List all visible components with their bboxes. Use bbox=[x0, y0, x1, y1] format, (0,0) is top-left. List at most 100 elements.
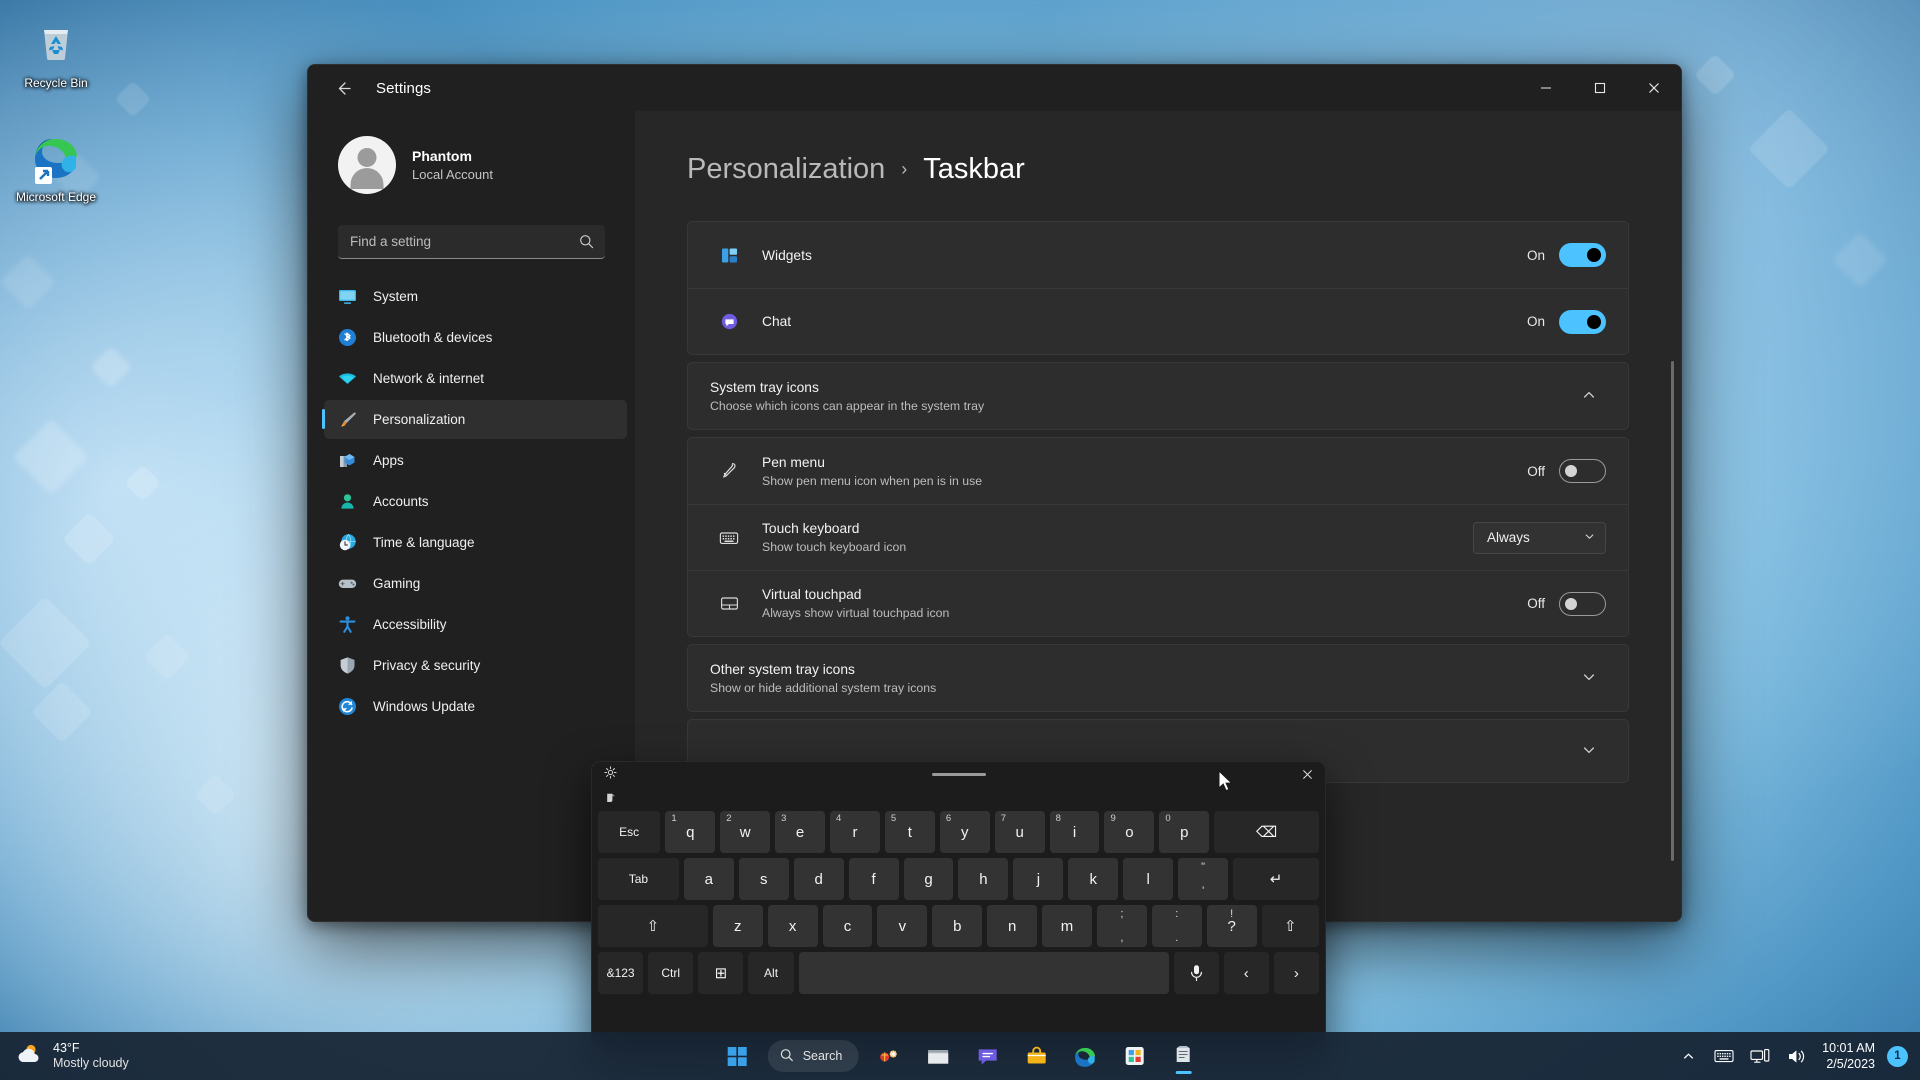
volume-icon[interactable] bbox=[1780, 1038, 1812, 1074]
key-y[interactable]: 6y bbox=[939, 811, 990, 853]
key-b[interactable]: b bbox=[932, 905, 983, 947]
key-[interactable]: ⌫ bbox=[1214, 811, 1320, 853]
key-k[interactable]: k bbox=[1068, 858, 1119, 900]
widgets-toggle[interactable] bbox=[1559, 243, 1606, 267]
key-alt[interactable]: Alt bbox=[748, 952, 794, 994]
back-arrow-icon[interactable] bbox=[322, 72, 364, 104]
chevron-up-icon[interactable] bbox=[1672, 1038, 1704, 1074]
pen-menu-toggle[interactable] bbox=[1559, 459, 1606, 483]
virtual-touchpad-toggle[interactable] bbox=[1559, 591, 1606, 616]
taskbar-settings[interactable] bbox=[1112, 1036, 1156, 1076]
desktop-icon-recycle-bin[interactable]: Recycle Bin bbox=[8, 14, 104, 90]
setting-row-virtual-touchpad[interactable]: Virtual touchpad Always show virtual tou… bbox=[688, 570, 1628, 636]
key-q[interactable]: 1q bbox=[665, 811, 716, 853]
taskbar-edge[interactable] bbox=[1063, 1036, 1107, 1076]
touch-keyboard-icon[interactable] bbox=[1708, 1038, 1740, 1074]
start-button[interactable] bbox=[715, 1036, 759, 1076]
sidebar-item-bluetooth-devices[interactable]: Bluetooth & devices bbox=[324, 318, 627, 357]
key-e[interactable]: 3e bbox=[775, 811, 826, 853]
keyboard-titlebar[interactable] bbox=[592, 762, 1325, 788]
key-n[interactable]: n bbox=[987, 905, 1038, 947]
key-s[interactable]: s bbox=[738, 858, 789, 900]
user-profile[interactable]: Phantom Local Account bbox=[308, 111, 635, 203]
sidebar-item-accounts[interactable]: Accounts bbox=[324, 482, 627, 521]
key-[interactable]: " ' bbox=[1178, 858, 1229, 900]
key-g[interactable]: g bbox=[903, 858, 954, 900]
sidebar-item-system[interactable]: System bbox=[324, 277, 627, 316]
search-input[interactable] bbox=[338, 225, 605, 259]
touch-keyboard-dropdown[interactable]: Always bbox=[1473, 521, 1606, 554]
close-icon[interactable] bbox=[1302, 768, 1313, 782]
settings-gear-icon[interactable] bbox=[604, 766, 617, 784]
setting-row-widgets[interactable]: Widgets On bbox=[688, 222, 1628, 288]
sidebar-item-gaming[interactable]: Gaming bbox=[324, 564, 627, 603]
system-tray-icons-header[interactable]: System tray icons Choose which icons can… bbox=[688, 363, 1628, 429]
key-ctrl[interactable]: Ctrl bbox=[648, 952, 694, 994]
key-r[interactable]: 4r bbox=[830, 811, 880, 853]
clipboard-icon[interactable] bbox=[605, 791, 617, 809]
key-[interactable]: ;, bbox=[1096, 905, 1147, 947]
sidebar-item-windows-update[interactable]: Windows Update bbox=[324, 687, 627, 726]
sidebar-item-network-internet[interactable]: Network & internet bbox=[324, 359, 627, 398]
vertical-scrollbar[interactable] bbox=[1671, 361, 1674, 861]
key-o[interactable]: 9o bbox=[1104, 811, 1155, 853]
sidebar-item-privacy-security[interactable]: Privacy & security bbox=[324, 646, 627, 685]
key-microphone-icon[interactable] bbox=[1173, 952, 1219, 994]
maximize-icon[interactable] bbox=[1573, 65, 1627, 111]
sidebar-item-time-language[interactable]: Time & language bbox=[324, 523, 627, 562]
key-[interactable]: ⊞ bbox=[698, 952, 744, 994]
taskbar-widgets[interactable] bbox=[867, 1036, 911, 1076]
taskbar-clock[interactable]: 10:01 AM 2/5/2023 bbox=[1816, 1040, 1883, 1072]
key-blank[interactable] bbox=[798, 952, 1169, 994]
notification-badge[interactable]: 1 bbox=[1887, 1045, 1908, 1067]
chat-toggle[interactable] bbox=[1559, 309, 1606, 334]
chevron-down-icon[interactable] bbox=[1572, 670, 1606, 687]
setting-row-chat[interactable]: Chat On bbox=[688, 288, 1628, 354]
sidebar-item-personalization[interactable]: Personalization bbox=[322, 400, 627, 439]
key-x[interactable]: x bbox=[767, 905, 818, 947]
key-h[interactable]: h bbox=[958, 858, 1009, 900]
key-d[interactable]: d bbox=[793, 858, 844, 900]
key-[interactable]: ‹ bbox=[1223, 952, 1269, 994]
setting-row-touch-keyboard[interactable]: Touch keyboard Show touch keyboard icon … bbox=[688, 504, 1628, 570]
taskbar-search[interactable]: Search bbox=[767, 1040, 859, 1072]
key-l[interactable]: l bbox=[1123, 858, 1174, 900]
setting-row-pen-menu[interactable]: Pen menu Show pen menu icon when pen is … bbox=[688, 438, 1628, 504]
key-[interactable]: ↵ bbox=[1233, 858, 1319, 900]
key-c[interactable]: c bbox=[822, 905, 873, 947]
key-t[interactable]: 5t bbox=[884, 811, 935, 853]
key-tab[interactable]: Tab bbox=[598, 858, 679, 900]
key-esc[interactable]: Esc bbox=[598, 811, 661, 853]
key-z[interactable]: z bbox=[712, 905, 763, 947]
desktop-icon-microsoft-edge[interactable]: Microsoft Edge bbox=[8, 128, 104, 204]
key-p[interactable]: 0p bbox=[1159, 811, 1210, 853]
sidebar-item-apps[interactable]: Apps bbox=[324, 441, 627, 480]
taskbar-chat[interactable] bbox=[965, 1036, 1009, 1076]
taskbar-weather-widget[interactable]: 43°F Mostly cloudy bbox=[14, 1041, 129, 1072]
key-[interactable]: ⇧ bbox=[1261, 905, 1320, 947]
key-[interactable]: !? bbox=[1206, 905, 1257, 947]
key-u[interactable]: 7u bbox=[994, 811, 1045, 853]
taskbar-store[interactable] bbox=[1014, 1036, 1058, 1076]
key-a[interactable]: a bbox=[683, 858, 734, 900]
breadcrumb-parent[interactable]: Personalization bbox=[687, 153, 885, 186]
minimize-icon[interactable] bbox=[1519, 65, 1573, 111]
chevron-down-icon[interactable] bbox=[1572, 743, 1606, 760]
key-f[interactable]: f bbox=[848, 858, 899, 900]
taskbar-touch-keyboard[interactable] bbox=[1161, 1036, 1205, 1076]
close-icon[interactable] bbox=[1627, 65, 1681, 111]
key-i[interactable]: 8i bbox=[1049, 811, 1100, 853]
key-j[interactable]: j bbox=[1013, 858, 1064, 900]
other-system-tray-icons-header[interactable]: Other system tray icons Show or hide add… bbox=[688, 645, 1628, 711]
key-m[interactable]: m bbox=[1042, 905, 1092, 947]
key-[interactable]: › bbox=[1273, 952, 1319, 994]
key-[interactable]: ⇧ bbox=[598, 905, 708, 947]
taskbar-file-explorer[interactable] bbox=[916, 1036, 960, 1076]
key-w[interactable]: 2w bbox=[720, 811, 771, 853]
key-v[interactable]: v bbox=[877, 905, 928, 947]
chevron-up-icon[interactable] bbox=[1572, 388, 1606, 405]
key-[interactable]: :. bbox=[1151, 905, 1202, 947]
sidebar-item-accessibility[interactable]: Accessibility bbox=[324, 605, 627, 644]
network-icon[interactable] bbox=[1744, 1038, 1776, 1074]
keyboard-drag-handle[interactable] bbox=[931, 773, 986, 776]
